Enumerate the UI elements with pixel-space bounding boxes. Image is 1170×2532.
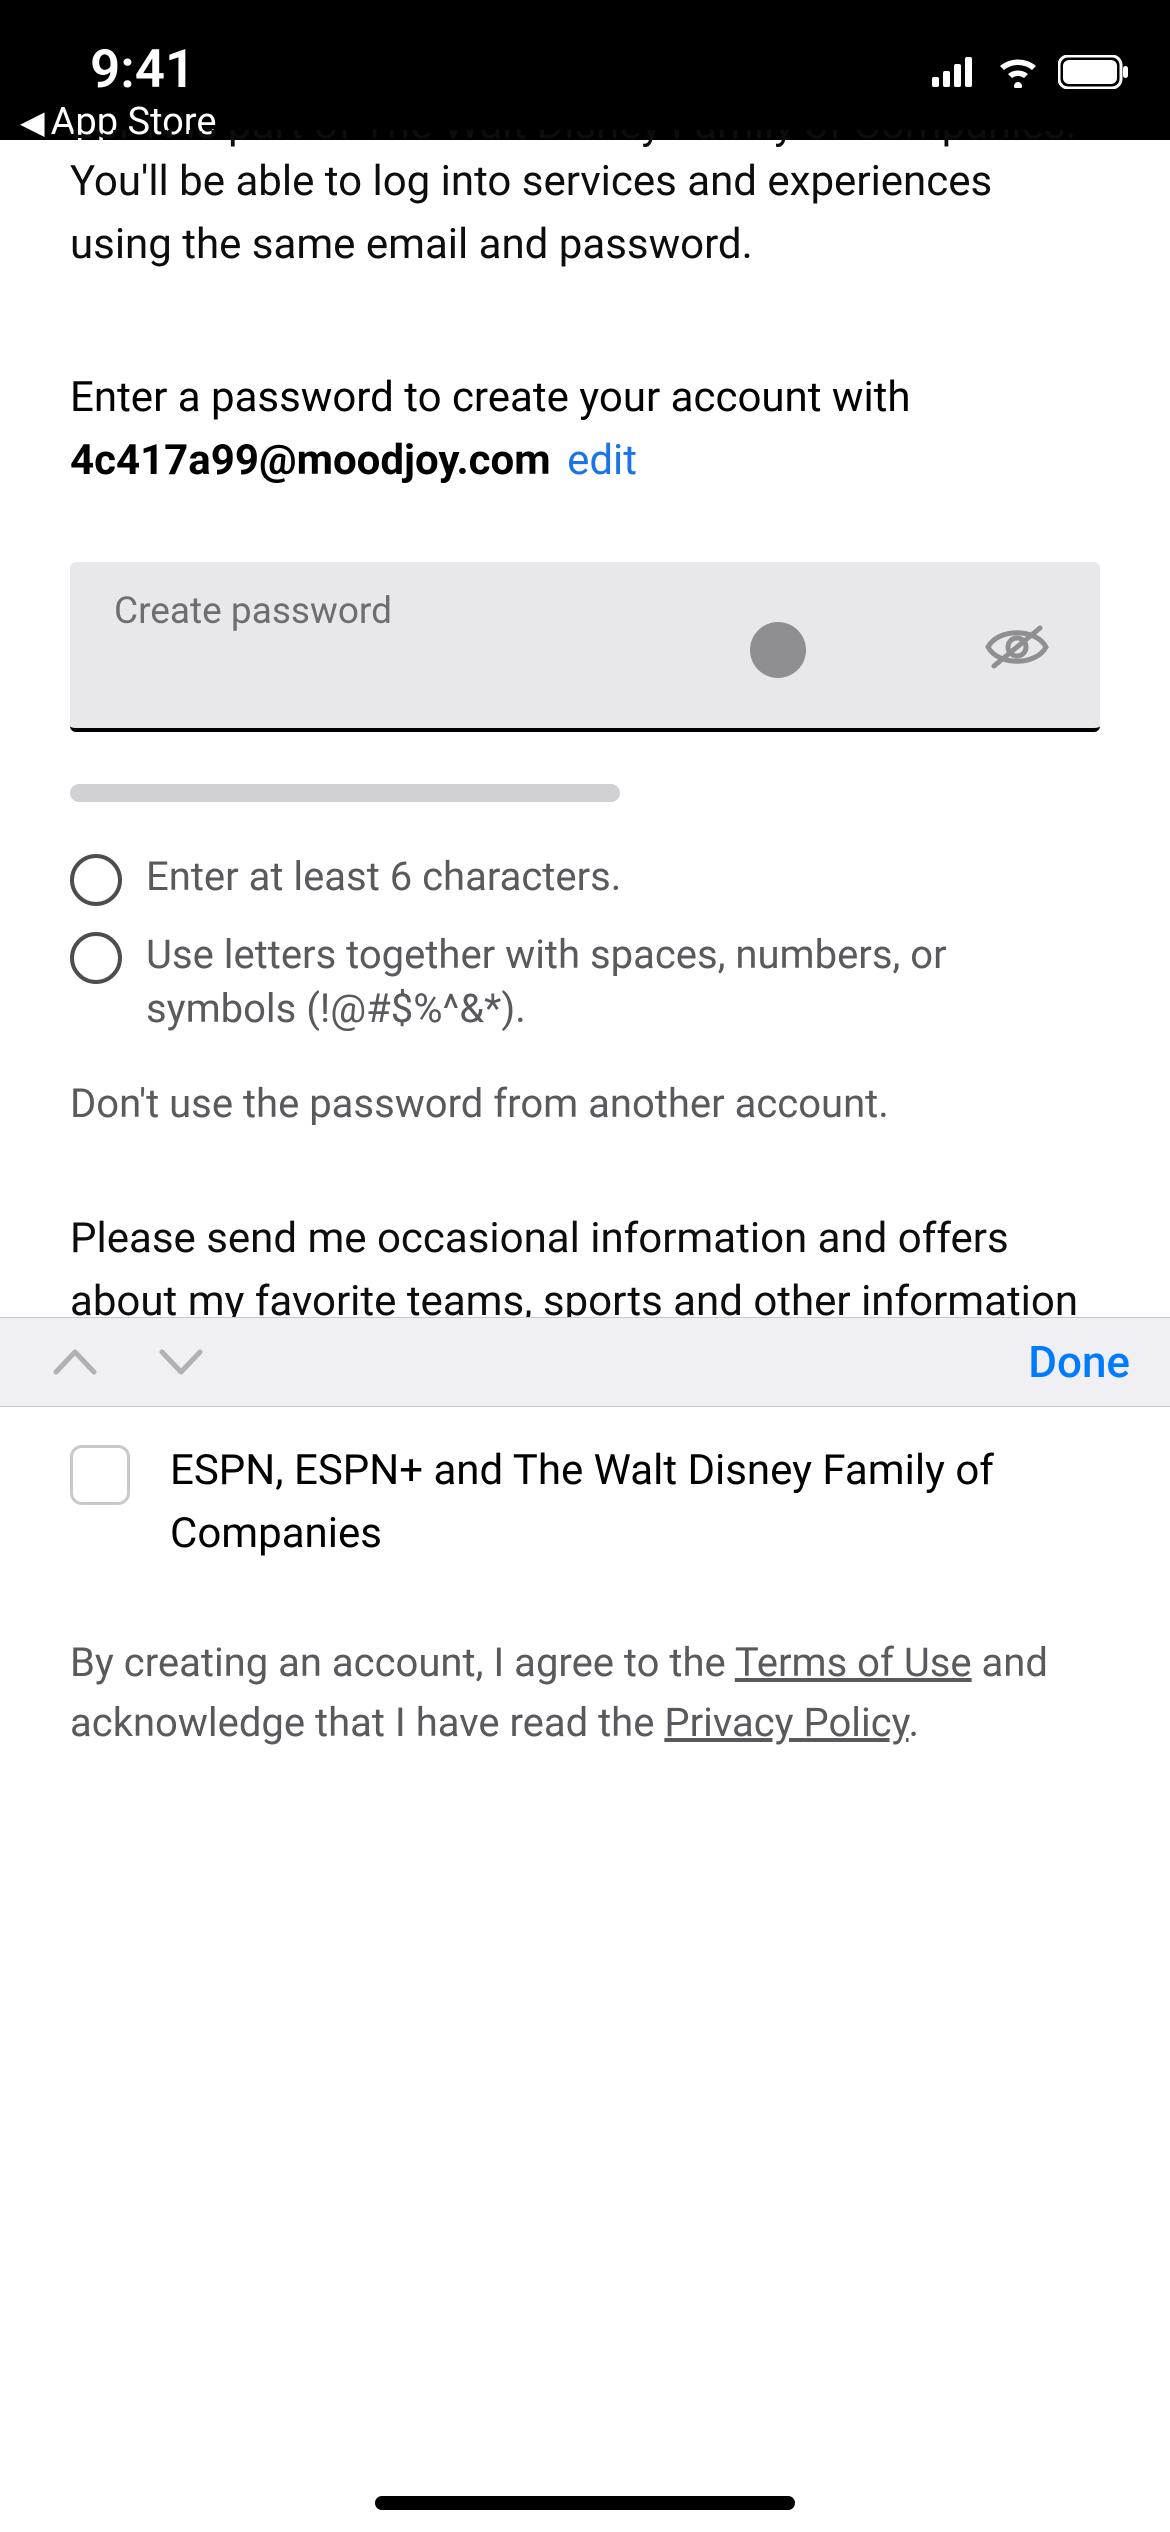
- requirement-item: Enter at least 6 characters.: [70, 850, 1100, 906]
- password-input-label: Create password: [114, 590, 392, 633]
- cellular-signal-icon: [932, 57, 978, 87]
- privacy-policy-link[interactable]: Privacy Policy: [664, 1699, 908, 1746]
- requirement-status-icon: [70, 932, 122, 984]
- intro-text: ESPN is part of The Walt Disney Family o…: [70, 130, 1100, 276]
- show-password-toggle[interactable]: [982, 620, 1052, 678]
- marketing-checkbox[interactable]: [70, 1445, 130, 1505]
- status-time: 9:41: [90, 38, 195, 100]
- status-icons: [932, 55, 1130, 89]
- password-requirements: Enter at least 6 characters. Use letters…: [70, 850, 1100, 1127]
- marketing-checkbox-row: ESPN, ESPN+ and The Walt Disney Family o…: [70, 1439, 1100, 1565]
- password-strength-bar: [70, 784, 620, 802]
- password-value: [114, 642, 754, 702]
- requirement-text: Use letters together with spaces, number…: [146, 928, 1100, 1036]
- prev-field-button[interactable]: [52, 1346, 98, 1378]
- password-prompt: Enter a password to create your account …: [70, 366, 1100, 492]
- status-bar: 9:41 ◀ App Store: [0, 0, 1170, 140]
- legal-text: By creating an account, I agree to the T…: [70, 1633, 1100, 1753]
- requirement-text: Enter at least 6 characters.: [146, 850, 621, 904]
- keyboard-done-button[interactable]: Done: [1028, 1336, 1170, 1388]
- prompt-text: Enter a password to create your account …: [70, 373, 911, 422]
- intro-line1: ESPN is part of The Walt Disney Family o…: [70, 130, 1076, 150]
- next-field-button[interactable]: [158, 1346, 204, 1378]
- password-warning: Don't use the password from another acco…: [70, 1080, 1100, 1127]
- intro-line2: You'll be able to log into services and …: [70, 150, 1100, 276]
- back-triangle-icon: ◀: [20, 103, 45, 141]
- terms-of-use-link[interactable]: Terms of Use: [735, 1639, 972, 1686]
- home-indicator[interactable]: [375, 2496, 795, 2510]
- password-input[interactable]: Create password: [70, 562, 1100, 732]
- account-email: 4c417a99@moodjoy.com: [70, 436, 551, 485]
- edit-email-link[interactable]: edit: [567, 436, 637, 485]
- marketing-opt-in-text: Please send me occasional information an…: [70, 1207, 1100, 1327]
- text-caret-icon: [750, 622, 806, 678]
- battery-icon: [1058, 55, 1130, 89]
- requirement-status-icon: [70, 854, 122, 906]
- keyboard-accessory-bar: Done: [0, 1317, 1170, 1407]
- wifi-icon: [996, 56, 1040, 88]
- requirement-item: Use letters together with spaces, number…: [70, 928, 1100, 1036]
- marketing-checkbox-label: ESPN, ESPN+ and The Walt Disney Family o…: [170, 1439, 1100, 1565]
